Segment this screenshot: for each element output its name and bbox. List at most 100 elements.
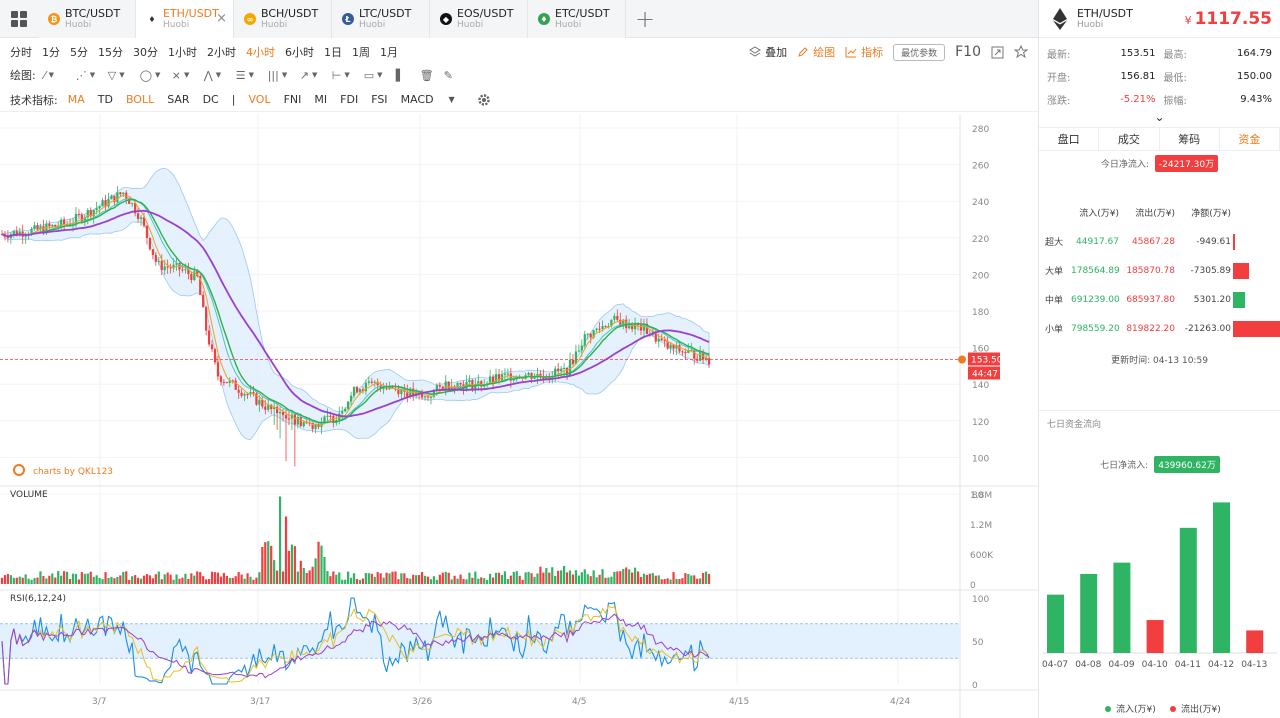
indicator-boll[interactable]: BOLL <box>126 93 154 106</box>
indicator-dc[interactable]: DC <box>203 93 219 106</box>
indicator-fni[interactable]: FNI <box>284 93 302 106</box>
menu-grid-icon[interactable] <box>0 0 38 38</box>
flow-row: 中单 691239.00 685937.80 5301.20 <box>1039 285 1280 314</box>
cross-tool-icon[interactable]: ⨯ ▼ <box>172 69 204 82</box>
interval-7[interactable]: 4小时 <box>246 44 275 60</box>
chevron-down-icon[interactable]: ▼ <box>449 95 455 104</box>
interval-4[interactable]: 30分 <box>133 44 158 60</box>
volume-bar <box>648 573 651 584</box>
candle-body <box>219 376 223 382</box>
interval-0[interactable]: 分时 <box>10 44 32 60</box>
indicator-fdi[interactable]: FDI <box>340 93 358 106</box>
volume-bar <box>169 574 172 584</box>
add-tab-icon[interactable]: + <box>626 0 664 38</box>
tab-eth[interactable]: ♦ ETH/USDT Huobi × <box>136 0 234 38</box>
volume-bar <box>175 574 178 584</box>
indicator-td[interactable]: TD <box>98 93 113 106</box>
side-tab-3[interactable]: 资金 <box>1220 128 1280 150</box>
candle-body <box>190 274 193 280</box>
channel-tool-icon[interactable]: ▽ ▼ <box>108 69 140 82</box>
volume-bar <box>51 573 54 584</box>
indicator-fsi[interactable]: FSI <box>371 93 387 106</box>
volume-bar <box>438 574 441 584</box>
volume-bar <box>148 575 152 584</box>
eraser-icon[interactable]: ✎ <box>444 69 468 82</box>
tab-ltc[interactable]: Ł LTC/USDT Huobi <box>332 0 430 38</box>
indicator-macd[interactable]: MACD <box>401 93 434 106</box>
tab-btc[interactable]: ₿ BTC/USDT Huobi <box>38 0 136 38</box>
gear-icon[interactable] <box>477 93 491 107</box>
coin-icon: Ł <box>342 13 354 25</box>
flow-net: -949.61 <box>1196 236 1231 247</box>
interval-6[interactable]: 2小时 <box>207 44 236 60</box>
interval-2[interactable]: 5分 <box>70 44 88 60</box>
volume-bar <box>406 578 409 584</box>
interval-10[interactable]: 1周 <box>352 44 370 60</box>
candle-body <box>426 396 430 398</box>
candle-body <box>557 368 560 372</box>
candle-body <box>122 192 125 195</box>
volume-bar <box>678 579 681 584</box>
measure-tool-icon[interactable]: ⊢ ▼ <box>332 69 364 82</box>
interval-3[interactable]: 15分 <box>98 44 123 60</box>
volume-bar <box>9 575 12 584</box>
volume-bar <box>654 575 657 584</box>
stat-key: 涨跌: <box>1047 96 1071 107</box>
indicator-button[interactable]: 指标 <box>845 44 883 60</box>
tab-bch[interactable]: ∞ BCH/USDT Huobi <box>234 0 332 38</box>
grid-tool-icon[interactable]: ||| ▼ <box>268 69 300 82</box>
side-tab-0[interactable]: 盘口 <box>1039 128 1100 150</box>
line-tool-icon[interactable]: ⁄ ▼ <box>44 69 76 82</box>
candle-body <box>589 333 592 338</box>
kline-canvas[interactable]: 28026024022020018016014012010080153.5044… <box>0 114 1038 718</box>
chevron-down-icon[interactable]: ⌄ <box>1039 111 1280 125</box>
f10-button[interactable]: F10 <box>955 44 981 60</box>
best-params-button[interactable]: 最优参数 <box>893 43 946 61</box>
bar-tool-icon[interactable]: ▌ <box>396 69 420 82</box>
volume-bar <box>314 558 317 584</box>
seven-day-label: 04-10 <box>1142 660 1168 670</box>
draw-button[interactable]: 绘图 <box>797 44 835 60</box>
tab-eos[interactable]: ◆ EOS/USDT Huobi <box>430 0 528 38</box>
star-icon[interactable] <box>1014 45 1028 59</box>
interval-9[interactable]: 1日 <box>324 44 342 60</box>
volume-bar <box>530 573 533 584</box>
indicator-ma[interactable]: MA <box>68 93 85 106</box>
kline-chart[interactable]: 280 260 240 220 200 180 160 140 120 100 80 153.50 44… <box>0 114 1038 718</box>
side-tab-1[interactable]: 成交 <box>1099 128 1160 150</box>
indicator-sar[interactable]: SAR <box>167 93 189 106</box>
volume-bar <box>636 571 640 584</box>
volume-bar <box>267 541 270 584</box>
flow-out: 185870.78 <box>1126 265 1175 276</box>
flow-net: 5301.20 <box>1193 294 1231 305</box>
comment-tool-icon[interactable]: ▭ ▼ <box>364 69 396 82</box>
volume-bar <box>296 571 299 584</box>
overlay-button[interactable]: 叠加 <box>749 44 787 60</box>
interval-8[interactable]: 6小时 <box>285 44 314 60</box>
interval-5[interactable]: 1小时 <box>168 44 197 60</box>
volume-bar <box>122 571 125 584</box>
interval-11[interactable]: 1月 <box>380 44 398 60</box>
volume-bar <box>379 573 382 584</box>
flow-in: 44917.67 <box>1076 236 1119 247</box>
side-tab-2[interactable]: 筹码 <box>1160 128 1220 150</box>
indicator-vol[interactable]: VOL <box>248 93 270 106</box>
trash-icon[interactable]: 🗑 <box>420 69 444 82</box>
volume-bar <box>471 577 474 584</box>
fullscreen-icon[interactable] <box>991 46 1004 59</box>
close-icon[interactable]: × <box>216 11 227 26</box>
indicator-mi[interactable]: MI <box>314 93 327 106</box>
interval-1[interactable]: 1分 <box>42 44 60 60</box>
candle-body <box>110 195 113 200</box>
arrow-tool-icon[interactable]: ↗ ▼ <box>300 69 332 82</box>
market-side-panel: ETH/USDT Huobi ¥1117.55 最新: 153.51 最高: 164.… <box>1038 0 1280 718</box>
pattern-tool-icon[interactable]: ⋀ ▼ <box>204 69 236 82</box>
circle-tool-icon[interactable]: ◯ ▼ <box>140 69 172 82</box>
candle-body <box>36 225 39 230</box>
today-value-badge: -24217.30万 <box>1154 155 1219 172</box>
price-tick: 180 <box>972 308 989 318</box>
fib-tool-icon[interactable]: ☰ ▼ <box>236 69 268 82</box>
countdown-text: 44:47 <box>972 369 998 379</box>
ray-tool-icon[interactable]: ⋰ ▼ <box>76 69 108 82</box>
tab-etc[interactable]: ♦ ETC/USDT Huobi <box>528 0 626 38</box>
